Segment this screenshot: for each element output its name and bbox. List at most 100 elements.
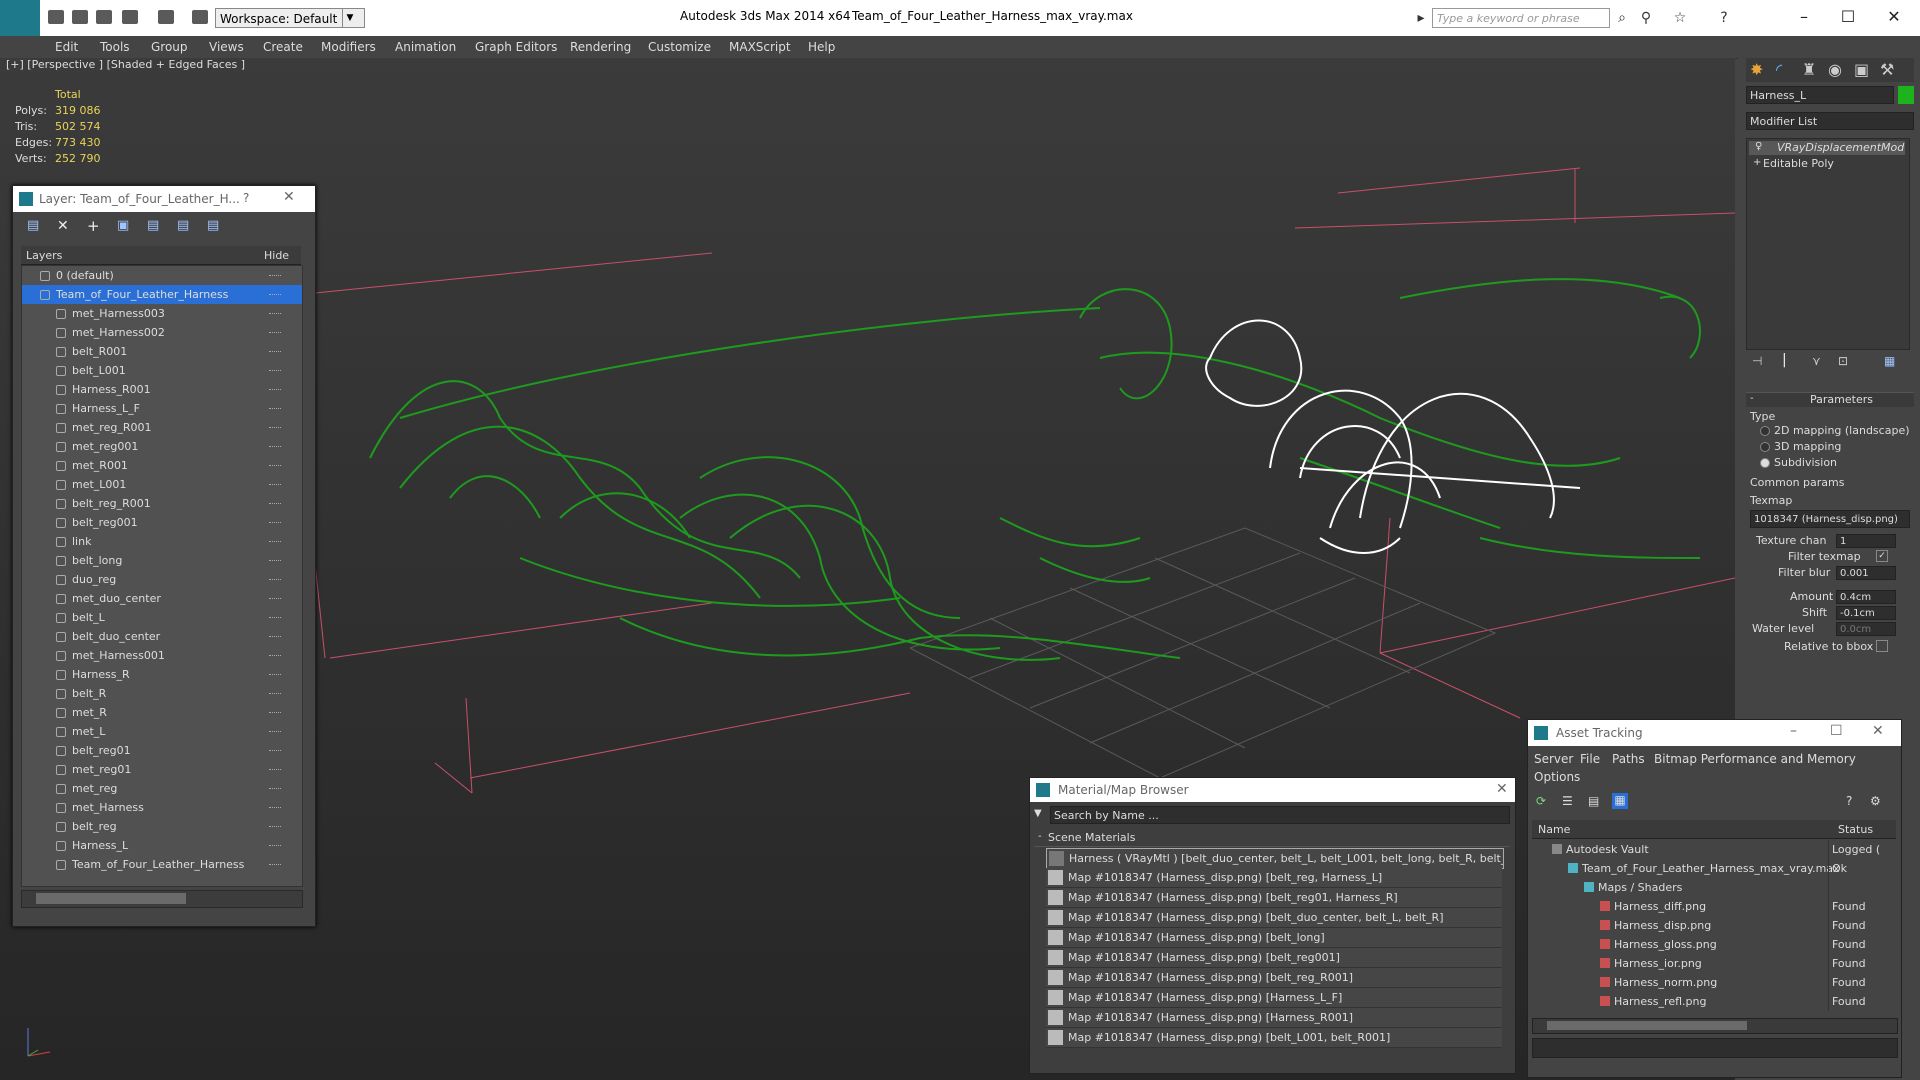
hide-toggle[interactable] [269, 275, 281, 277]
layer-row[interactable]: met_L [22, 722, 302, 741]
layer-row[interactable]: belt_R [22, 684, 302, 703]
hide-toggle[interactable] [269, 465, 281, 467]
expand-icon[interactable]: + [1753, 157, 1761, 168]
layer-row[interactable]: belt_R001 [22, 342, 302, 361]
object-color-swatch[interactable] [1898, 86, 1914, 104]
star-icon[interactable]: ☆ [1672, 10, 1688, 26]
layer-row[interactable]: Team_of_Four_Leather_Harness [22, 855, 302, 874]
pin-stack-icon[interactable]: ⊣ [1752, 354, 1762, 368]
radio-subdivision[interactable] [1760, 458, 1770, 468]
material-row[interactable]: Map #1018347 (Harness_disp.png) [belt_re… [1046, 888, 1502, 908]
menu-create[interactable]: Create [263, 40, 303, 54]
layer-row[interactable]: belt_L001 [22, 361, 302, 380]
menu-server[interactable]: Server [1534, 752, 1573, 766]
hierarchy-tab-icon[interactable]: ♜ [1802, 60, 1816, 79]
new-layer-icon[interactable]: ▤ [27, 218, 39, 233]
modify-tab-icon[interactable]: ◜ [1776, 60, 1782, 79]
layer-row[interactable]: met_reg001 [22, 437, 302, 456]
name-column-header[interactable]: Name [1538, 823, 1570, 836]
asset-row[interactable]: Harness_diff.png Found [1532, 897, 1892, 916]
menu-bitmap-performance[interactable]: Bitmap Performance and Memory [1654, 752, 1856, 766]
layer-row[interactable]: met_duo_center [22, 589, 302, 608]
layers-column-header[interactable]: Layers [26, 249, 62, 262]
layer-panel-titlebar[interactable]: Layer: Team_of_Four_Leather_H... ? ✕ [13, 186, 315, 212]
app-logo-icon[interactable] [0, 0, 40, 36]
stack-item-editable-poly[interactable]: Editable Poly [1763, 157, 1834, 170]
horizontal-scrollbar[interactable] [21, 890, 303, 908]
hide-toggle[interactable] [269, 769, 281, 771]
asset-row[interactable]: Harness_disp.png Found [1532, 916, 1892, 935]
hide-toggle[interactable] [269, 370, 281, 372]
layer-row[interactable]: belt_duo_center [22, 627, 302, 646]
asset-list[interactable]: Autodesk Vault Logged (Team_of_Four_Leath… [1528, 840, 1901, 1015]
relative-bbox-checkbox[interactable] [1876, 640, 1888, 652]
motion-tab-icon[interactable]: ◉ [1828, 60, 1842, 79]
maximize-button[interactable]: ☐ [1830, 723, 1843, 739]
menu-paths[interactable]: Paths [1612, 752, 1645, 766]
communication-icon[interactable]: ⚲ [1638, 10, 1654, 26]
table-view-icon[interactable]: ▦ [1612, 793, 1628, 809]
new-file-icon[interactable] [48, 10, 64, 24]
hide-toggle[interactable] [269, 788, 281, 790]
layer-row[interactable]: link [22, 532, 302, 551]
close-button[interactable]: ✕ [283, 189, 295, 205]
hide-column-header[interactable]: Hide [264, 249, 289, 262]
material-row[interactable]: Map #1018347 (Harness_disp.png) [belt_re… [1046, 868, 1502, 888]
layer-row[interactable]: met_R001 [22, 456, 302, 475]
asset-row[interactable]: Harness_refl.png Found [1532, 992, 1892, 1011]
hide-toggle[interactable] [269, 484, 281, 486]
menu-animation[interactable]: Animation [395, 40, 456, 54]
show-end-result-icon[interactable]: | [1782, 352, 1787, 368]
layer-row[interactable]: met_Harness002 [22, 323, 302, 342]
hide-toggle[interactable] [269, 617, 281, 619]
horizontal-scrollbar[interactable] [1532, 1018, 1898, 1034]
layer-row[interactable]: Harness_L_F [22, 399, 302, 418]
close-button[interactable]: ✕ [1872, 723, 1884, 739]
hide-all-layers-icon[interactable]: ▤ [207, 218, 219, 233]
configure-modifier-sets-icon[interactable]: ▦ [1884, 354, 1895, 368]
menu-rendering[interactable]: Rendering [570, 40, 631, 54]
modifier-stack[interactable]: ♀ VRayDisplacementMod + Editable Poly [1746, 138, 1910, 350]
material-row[interactable]: Map #1018347 (Harness_disp.png) [Harness… [1046, 1008, 1502, 1028]
layer-row[interactable]: met_L001 [22, 475, 302, 494]
add-to-layer-icon[interactable]: + [87, 217, 100, 235]
scene-materials-list[interactable]: Harness ( VRayMtl ) [belt_duo_center, be… [1030, 848, 1515, 1068]
layer-row[interactable]: Harness_R001 [22, 380, 302, 399]
hide-toggle[interactable] [269, 864, 281, 866]
radio-3d-mapping[interactable] [1760, 442, 1770, 452]
hide-toggle[interactable] [269, 560, 281, 562]
hide-toggle[interactable] [269, 598, 281, 600]
hide-toggle[interactable] [269, 446, 281, 448]
set-current-layer-icon[interactable]: ▤ [177, 218, 189, 233]
menu-graph-editors[interactable]: Graph Editors [475, 40, 557, 54]
material-row[interactable]: Map #1018347 (Harness_disp.png) [belt_L0… [1046, 1028, 1502, 1048]
select-layer-icon[interactable]: ▤ [147, 218, 159, 233]
hide-toggle[interactable] [269, 332, 281, 334]
layer-row[interactable]: belt_reg_R001 [22, 494, 302, 513]
material-row[interactable]: Map #1018347 (Harness_disp.png) [Harness… [1046, 988, 1502, 1008]
layer-row[interactable]: met_R [22, 703, 302, 722]
hide-toggle[interactable] [269, 351, 281, 353]
status-column-header[interactable]: Status [1838, 823, 1873, 836]
filter-blur-spinner[interactable]: 0.001 [1836, 566, 1896, 580]
asset-tracking-titlebar[interactable]: Asset Tracking – ☐ ✕ [1528, 720, 1901, 746]
hide-toggle[interactable] [269, 313, 281, 315]
binoculars-icon[interactable]: ⌕ [1614, 10, 1630, 26]
select-in-layer-icon[interactable]: ▣ [117, 218, 129, 233]
asset-row[interactable]: Harness_gloss.png Found [1532, 935, 1892, 954]
radio-2d-mapping[interactable] [1760, 426, 1770, 436]
asset-row[interactable]: Maps / Shaders [1532, 878, 1892, 897]
filter-texmap-checkbox[interactable]: ✓ [1876, 550, 1888, 562]
material-row[interactable]: Map #1018347 (Harness_disp.png) [belt_lo… [1046, 928, 1502, 948]
material-search-input[interactable]: Search by Name ... [1050, 806, 1510, 824]
menu-options[interactable]: Options [1534, 770, 1580, 784]
layer-row[interactable]: met_reg01 [22, 760, 302, 779]
texmap-button[interactable]: 1018347 (Harness_disp.png) [1750, 510, 1910, 528]
utilities-tab-icon[interactable]: ⚒ [1880, 60, 1894, 79]
layer-row[interactable]: belt_reg001 [22, 513, 302, 532]
chevron-right-icon[interactable]: ▸ [1413, 10, 1429, 26]
hide-toggle[interactable] [269, 826, 281, 828]
stack-item-vray-displacement[interactable]: VRayDisplacementMod [1777, 141, 1904, 154]
material-row[interactable]: Map #1018347 (Harness_disp.png) [belt_re… [1046, 968, 1502, 988]
light-bulb-icon[interactable]: ♀ [1755, 141, 1762, 152]
